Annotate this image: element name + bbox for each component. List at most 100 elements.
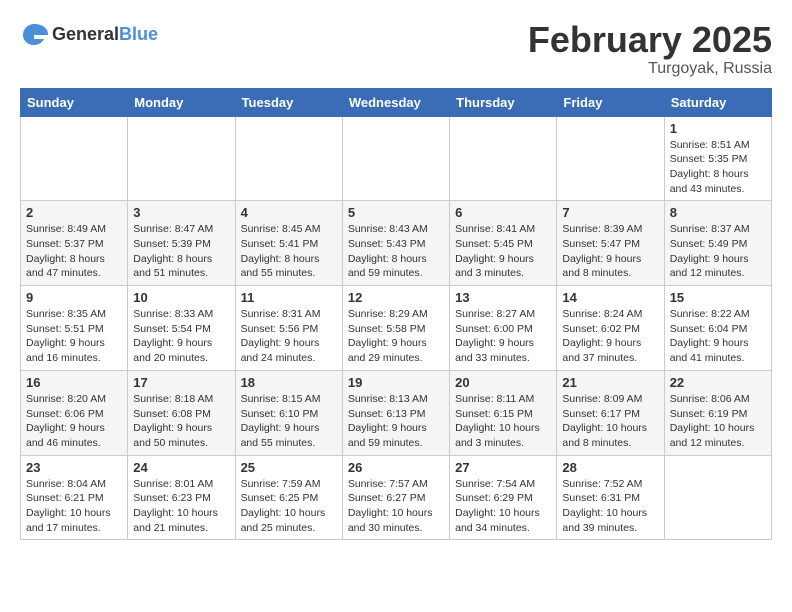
page-header: GeneralBlue February 2025 Turgoyak, Russ…	[20, 20, 772, 78]
day-info: Sunrise: 8:18 AMSunset: 6:08 PMDaylight:…	[133, 392, 229, 451]
day-info: Sunrise: 8:49 AMSunset: 5:37 PMDaylight:…	[26, 222, 122, 281]
day-number: 2	[26, 205, 122, 220]
day-info: Sunrise: 8:06 AMSunset: 6:19 PMDaylight:…	[670, 392, 766, 451]
calendar-day-cell	[664, 455, 771, 540]
day-info: Sunrise: 8:27 AMSunset: 6:00 PMDaylight:…	[455, 307, 551, 366]
day-of-week-header: Monday	[128, 88, 235, 116]
day-number: 20	[455, 375, 551, 390]
logo-general-text: GeneralBlue	[52, 24, 158, 45]
day-info: Sunrise: 8:39 AMSunset: 5:47 PMDaylight:…	[562, 222, 658, 281]
day-number: 28	[562, 460, 658, 475]
day-number: 15	[670, 290, 766, 305]
day-of-week-header: Friday	[557, 88, 664, 116]
logo-icon	[20, 20, 48, 48]
day-info: Sunrise: 8:24 AMSunset: 6:02 PMDaylight:…	[562, 307, 658, 366]
calendar-day-cell: 11 Sunrise: 8:31 AMSunset: 5:56 PMDayligh…	[235, 286, 342, 371]
day-info: Sunrise: 8:37 AMSunset: 5:49 PMDaylight:…	[670, 222, 766, 281]
calendar-day-cell: 22 Sunrise: 8:06 AMSunset: 6:19 PMDayligh…	[664, 370, 771, 455]
day-info: Sunrise: 8:35 AMSunset: 5:51 PMDaylight:…	[26, 307, 122, 366]
day-of-week-header: Tuesday	[235, 88, 342, 116]
day-number: 9	[26, 290, 122, 305]
day-info: Sunrise: 8:31 AMSunset: 5:56 PMDaylight:…	[241, 307, 337, 366]
calendar-table: SundayMondayTuesdayWednesdayThursdayFrid…	[20, 88, 772, 541]
day-number: 7	[562, 205, 658, 220]
calendar-day-cell: 6 Sunrise: 8:41 AMSunset: 5:45 PMDaylight…	[450, 201, 557, 286]
day-of-week-header: Saturday	[664, 88, 771, 116]
calendar-week-row: 2 Sunrise: 8:49 AMSunset: 5:37 PMDaylight…	[21, 201, 772, 286]
calendar-day-cell: 16 Sunrise: 8:20 AMSunset: 6:06 PMDayligh…	[21, 370, 128, 455]
calendar-day-cell: 23 Sunrise: 8:04 AMSunset: 6:21 PMDayligh…	[21, 455, 128, 540]
day-number: 22	[670, 375, 766, 390]
day-number: 21	[562, 375, 658, 390]
day-info: Sunrise: 8:04 AMSunset: 6:21 PMDaylight:…	[26, 477, 122, 536]
calendar-day-cell: 21Sunrise: 8:09 AMSunset: 6:17 PMDayligh…	[557, 370, 664, 455]
calendar-day-cell: 13 Sunrise: 8:27 AMSunset: 6:00 PMDayligh…	[450, 286, 557, 371]
day-number: 25	[241, 460, 337, 475]
day-of-week-header: Sunday	[21, 88, 128, 116]
day-of-week-header: Thursday	[450, 88, 557, 116]
day-number: 12	[348, 290, 444, 305]
calendar-day-cell	[342, 116, 449, 201]
day-info: Sunrise: 7:52 AMSunset: 6:31 PMDaylight:…	[562, 477, 658, 536]
day-info: Sunrise: 8:22 AMSunset: 6:04 PMDaylight:…	[670, 307, 766, 366]
calendar-day-cell: 27 Sunrise: 7:54 AMSunset: 6:29 PMDayligh…	[450, 455, 557, 540]
calendar-day-cell: 7 Sunrise: 8:39 AMSunset: 5:47 PMDaylight…	[557, 201, 664, 286]
logo: GeneralBlue	[20, 20, 158, 48]
calendar-day-cell	[128, 116, 235, 201]
calendar-day-cell	[21, 116, 128, 201]
day-number: 3	[133, 205, 229, 220]
day-number: 4	[241, 205, 337, 220]
day-info: Sunrise: 8:20 AMSunset: 6:06 PMDaylight:…	[26, 392, 122, 451]
title-area: February 2025 Turgoyak, Russia	[528, 20, 772, 78]
calendar-day-cell: 12Sunrise: 8:29 AMSunset: 5:58 PMDayligh…	[342, 286, 449, 371]
day-info: Sunrise: 8:43 AMSunset: 5:43 PMDaylight:…	[348, 222, 444, 281]
calendar-week-row: 23 Sunrise: 8:04 AMSunset: 6:21 PMDayligh…	[21, 455, 772, 540]
day-number: 11	[241, 290, 337, 305]
calendar-day-cell: 28 Sunrise: 7:52 AMSunset: 6:31 PMDayligh…	[557, 455, 664, 540]
calendar-day-cell: 10Sunrise: 8:33 AMSunset: 5:54 PMDayligh…	[128, 286, 235, 371]
calendar-week-row: 16 Sunrise: 8:20 AMSunset: 6:06 PMDayligh…	[21, 370, 772, 455]
calendar-day-cell: 19Sunrise: 8:13 AMSunset: 6:13 PMDayligh…	[342, 370, 449, 455]
calendar-day-cell: 15 Sunrise: 8:22 AMSunset: 6:04 PMDayligh…	[664, 286, 771, 371]
location-subtitle: Turgoyak, Russia	[528, 60, 772, 78]
calendar-day-cell: 4 Sunrise: 8:45 AMSunset: 5:41 PMDaylight…	[235, 201, 342, 286]
day-info: Sunrise: 8:11 AMSunset: 6:15 PMDaylight:…	[455, 392, 551, 451]
calendar-day-cell: 14Sunrise: 8:24 AMSunset: 6:02 PMDayligh…	[557, 286, 664, 371]
day-info: Sunrise: 8:15 AMSunset: 6:10 PMDaylight:…	[241, 392, 337, 451]
day-info: Sunrise: 8:41 AMSunset: 5:45 PMDaylight:…	[455, 222, 551, 281]
calendar-day-cell	[450, 116, 557, 201]
day-info: Sunrise: 7:54 AMSunset: 6:29 PMDaylight:…	[455, 477, 551, 536]
day-number: 24	[133, 460, 229, 475]
calendar-day-cell: 26Sunrise: 7:57 AMSunset: 6:27 PMDayligh…	[342, 455, 449, 540]
calendar-day-cell: 2 Sunrise: 8:49 AMSunset: 5:37 PMDaylight…	[21, 201, 128, 286]
calendar-day-cell: 18 Sunrise: 8:15 AMSunset: 6:10 PMDayligh…	[235, 370, 342, 455]
calendar-day-cell: 9 Sunrise: 8:35 AMSunset: 5:51 PMDaylight…	[21, 286, 128, 371]
calendar-day-cell: 3 Sunrise: 8:47 AMSunset: 5:39 PMDaylight…	[128, 201, 235, 286]
calendar-day-cell: 17Sunrise: 8:18 AMSunset: 6:08 PMDayligh…	[128, 370, 235, 455]
calendar-day-cell: 25 Sunrise: 7:59 AMSunset: 6:25 PMDayligh…	[235, 455, 342, 540]
calendar-week-row: 1Sunrise: 8:51 AMSunset: 5:35 PMDaylight…	[21, 116, 772, 201]
day-number: 18	[241, 375, 337, 390]
day-info: Sunrise: 7:59 AMSunset: 6:25 PMDaylight:…	[241, 477, 337, 536]
calendar-day-cell: 24 Sunrise: 8:01 AMSunset: 6:23 PMDayligh…	[128, 455, 235, 540]
day-number: 23	[26, 460, 122, 475]
day-of-week-header: Wednesday	[342, 88, 449, 116]
day-info: Sunrise: 8:47 AMSunset: 5:39 PMDaylight:…	[133, 222, 229, 281]
day-info: Sunrise: 8:01 AMSunset: 6:23 PMDaylight:…	[133, 477, 229, 536]
calendar-day-cell	[235, 116, 342, 201]
day-number: 5	[348, 205, 444, 220]
day-number: 27	[455, 460, 551, 475]
day-number: 19	[348, 375, 444, 390]
day-number: 26	[348, 460, 444, 475]
month-year-title: February 2025	[528, 20, 772, 60]
calendar-day-cell: 1Sunrise: 8:51 AMSunset: 5:35 PMDaylight…	[664, 116, 771, 201]
calendar-day-cell: 20 Sunrise: 8:11 AMSunset: 6:15 PMDayligh…	[450, 370, 557, 455]
day-info: Sunrise: 8:45 AMSunset: 5:41 PMDaylight:…	[241, 222, 337, 281]
day-number: 6	[455, 205, 551, 220]
calendar-header-row: SundayMondayTuesdayWednesdayThursdayFrid…	[21, 88, 772, 116]
day-number: 13	[455, 290, 551, 305]
day-number: 1	[670, 121, 766, 136]
calendar-day-cell: 8 Sunrise: 8:37 AMSunset: 5:49 PMDaylight…	[664, 201, 771, 286]
day-number: 8	[670, 205, 766, 220]
day-number: 16	[26, 375, 122, 390]
